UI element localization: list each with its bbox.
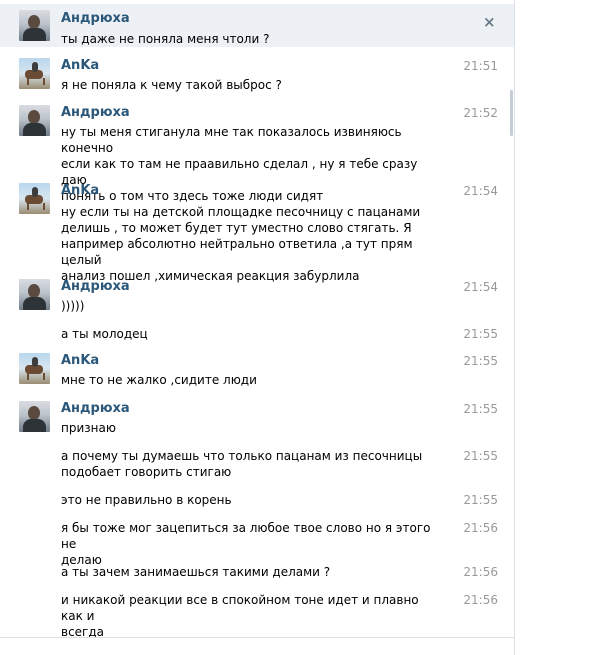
- sender-name[interactable]: AnKa: [61, 353, 99, 369]
- message-group: 21:56 а ты зачем занимаешься такими дела…: [0, 560, 514, 584]
- message-time[interactable]: 21:54: [448, 279, 498, 295]
- avatar-andryukha[interactable]: [19, 10, 50, 41]
- avatar-anka[interactable]: [19, 58, 50, 89]
- message-group: 21:55 а ты молодец: [0, 322, 514, 346]
- divider: [0, 637, 514, 638]
- message-group: AnKa 21:55 мне то не жалко ,сидите люди: [0, 350, 514, 394]
- message-text: ну если ты на детской площадке песочницу…: [61, 205, 421, 283]
- sender-name[interactable]: AnKa: [61, 58, 99, 74]
- close-icon[interactable]: ×: [483, 15, 496, 30]
- message-group: AnKa 21:54 ну если ты на детской площадк…: [0, 180, 514, 283]
- message-group: 21:55 это не правильно в корень: [0, 488, 514, 512]
- avatar-andryukha[interactable]: [19, 279, 50, 310]
- message-time[interactable]: 21:55: [448, 326, 498, 342]
- message-time[interactable]: 21:51: [448, 58, 498, 74]
- message-group: AnKa 21:51 я не поняла к чему такой выбр…: [0, 55, 514, 99]
- message-time[interactable]: 21:56: [448, 592, 498, 608]
- message-time[interactable]: 21:55: [448, 492, 498, 508]
- message-group: 21:56 и никакой реакции все в спокойном …: [0, 588, 514, 639]
- message-text: а почему ты думаешь что только пацанам и…: [61, 449, 423, 479]
- avatar-andryukha[interactable]: [19, 401, 50, 432]
- sender-name[interactable]: Андрюха: [61, 105, 130, 121]
- message-time[interactable]: 21:56: [448, 564, 498, 580]
- message-group: 21:55 а почему ты думаешь что только пац…: [0, 444, 514, 484]
- sender-name[interactable]: AnKa: [61, 183, 99, 199]
- message-time[interactable]: 21:56: [448, 520, 498, 536]
- message-time[interactable]: 21:55: [448, 448, 498, 464]
- message-text: признаю: [61, 421, 116, 435]
- message-text: ))))): [61, 299, 85, 313]
- message-group: Андрюха × ты даже не поняла меня чтоли ?: [0, 4, 514, 47]
- message-time[interactable]: 21:55: [448, 401, 498, 417]
- scrollbar-thumb[interactable]: [510, 90, 513, 136]
- sender-name[interactable]: Андрюха: [61, 401, 130, 417]
- message-text: ты даже не поняла меня чтоли ?: [61, 32, 270, 46]
- message-text: мне то не жалко ,сидите люди: [61, 373, 257, 387]
- sender-name[interactable]: Андрюха: [61, 279, 130, 295]
- sender-name[interactable]: Андрюха: [61, 11, 130, 27]
- message-text: а ты зачем занимаешься такими делами ?: [61, 565, 331, 579]
- side-panel: [515, 0, 597, 655]
- chat-history[interactable]: Андрюха × ты даже не поняла меня чтоли ?…: [0, 0, 515, 655]
- message-group: 21:56 я бы тоже мог зацепиться за любое …: [0, 516, 514, 567]
- message-group: Андрюха 21:55 признаю: [0, 398, 514, 438]
- message-time[interactable]: 21:52: [448, 105, 498, 121]
- avatar-andryukha[interactable]: [19, 105, 50, 136]
- message-text: я не поняла к чему такой выброс ?: [61, 78, 282, 92]
- avatar-anka[interactable]: [19, 353, 50, 384]
- message-time[interactable]: 21:55: [448, 353, 498, 369]
- message-text: а ты молодец: [61, 327, 148, 341]
- message-text: это не правильно в корень: [61, 493, 232, 507]
- message-text: и никакой реакции все в спокойном тоне и…: [61, 593, 419, 639]
- message-time[interactable]: 21:54: [448, 183, 498, 199]
- message-group: Андрюха 21:52 ну ты меня стиганула мне т…: [0, 102, 514, 203]
- avatar-anka[interactable]: [19, 183, 50, 214]
- message-group: Андрюха 21:54 ))))): [0, 276, 514, 316]
